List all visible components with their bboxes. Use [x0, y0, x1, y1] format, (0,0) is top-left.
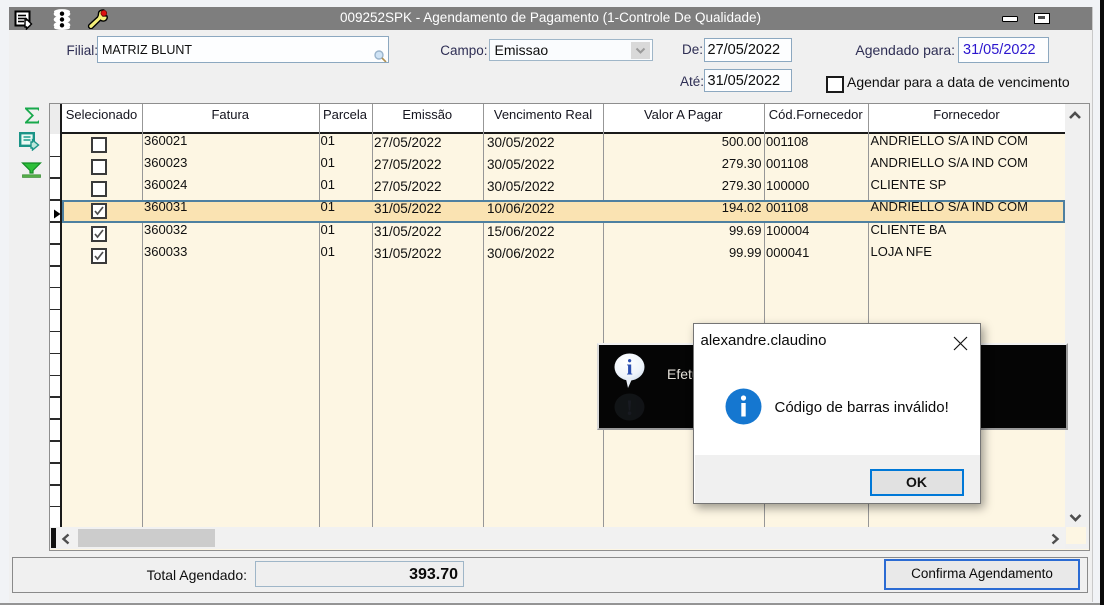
svg-text:!: ! [626, 395, 633, 420]
svg-text:i: i [626, 355, 632, 380]
